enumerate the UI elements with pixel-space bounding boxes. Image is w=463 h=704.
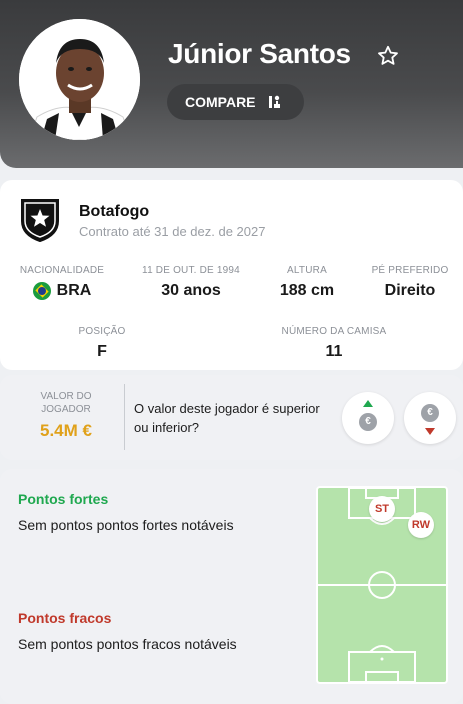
- stat-nationality: NACIONALIDADE BRA: [16, 265, 108, 300]
- stat-preferred-foot: PÉ PREFERIDO Direito: [364, 265, 456, 300]
- arrow-down-icon: [425, 428, 435, 435]
- market-value-label: VALOR DO JOGADOR: [40, 391, 92, 415]
- player-name: Júnior Santos: [168, 38, 351, 69]
- position-badge-st: ST: [369, 496, 395, 522]
- stat-value: F: [97, 343, 107, 360]
- euro-coin-icon: €: [359, 413, 377, 431]
- stat-value: 188 cm: [279, 282, 335, 299]
- market-value-amount: 5.4M €: [40, 421, 92, 440]
- stat-shirt-number: NÚMERO DA CAMISA 11: [264, 326, 404, 361]
- vote-lower-button[interactable]: €: [404, 392, 456, 444]
- stat-value: 11: [325, 343, 343, 360]
- stat-height: ALTURA 188 cm: [262, 265, 352, 300]
- stat-value: Direito: [384, 282, 436, 299]
- strengths-title: Pontos fortes: [18, 491, 109, 507]
- compare-label: COMPARE: [185, 94, 256, 110]
- stat-value-wrap: BRA: [16, 282, 108, 300]
- value-question: O valor deste jogador é superior ou infe…: [134, 401, 320, 435]
- stat-position: POSIÇÃO F: [52, 326, 152, 361]
- stat-value: BRA: [56, 282, 92, 299]
- stat-label: ALTURA: [287, 265, 327, 276]
- stat-label: PÉ PREFERIDO: [371, 265, 449, 276]
- arrow-up-icon: [363, 400, 373, 407]
- player-header: Júnior Santos COMPARE: [0, 0, 463, 168]
- compare-button[interactable]: COMPARE: [167, 84, 304, 120]
- stat-value: 30 anos: [161, 282, 221, 299]
- stat-label: NÚMERO DA CAMISA: [281, 326, 387, 337]
- club-name[interactable]: Botafogo: [79, 203, 149, 221]
- weaknesses-text: Sem pontos pontos fracos notáveis: [18, 636, 237, 652]
- stat-label: NACIONALIDADE: [19, 265, 105, 276]
- euro-coin-icon: €: [421, 404, 439, 422]
- weaknesses-title: Pontos fracos: [18, 610, 112, 626]
- divider: [124, 384, 125, 450]
- position-pitch: ST RW: [316, 486, 448, 684]
- vote-higher-button[interactable]: €: [342, 392, 394, 444]
- strengths-text: Sem pontos pontos fortes notáveis: [18, 517, 234, 533]
- star-icon[interactable]: [376, 44, 400, 68]
- stat-label: POSIÇÃO: [78, 326, 126, 337]
- brazil-flag-icon: [32, 282, 51, 300]
- contract-text: Contrato até 31 de dez. de 2027: [79, 224, 266, 239]
- compare-icon: [268, 95, 280, 108]
- position-badge-rw: RW: [408, 512, 434, 538]
- player-avatar: [19, 19, 140, 140]
- stat-birthdate: 11 DE OUT. DE 1994 30 anos: [133, 265, 249, 300]
- stat-label: 11 DE OUT. DE 1994: [142, 265, 240, 276]
- botafogo-logo-icon: [21, 199, 59, 243]
